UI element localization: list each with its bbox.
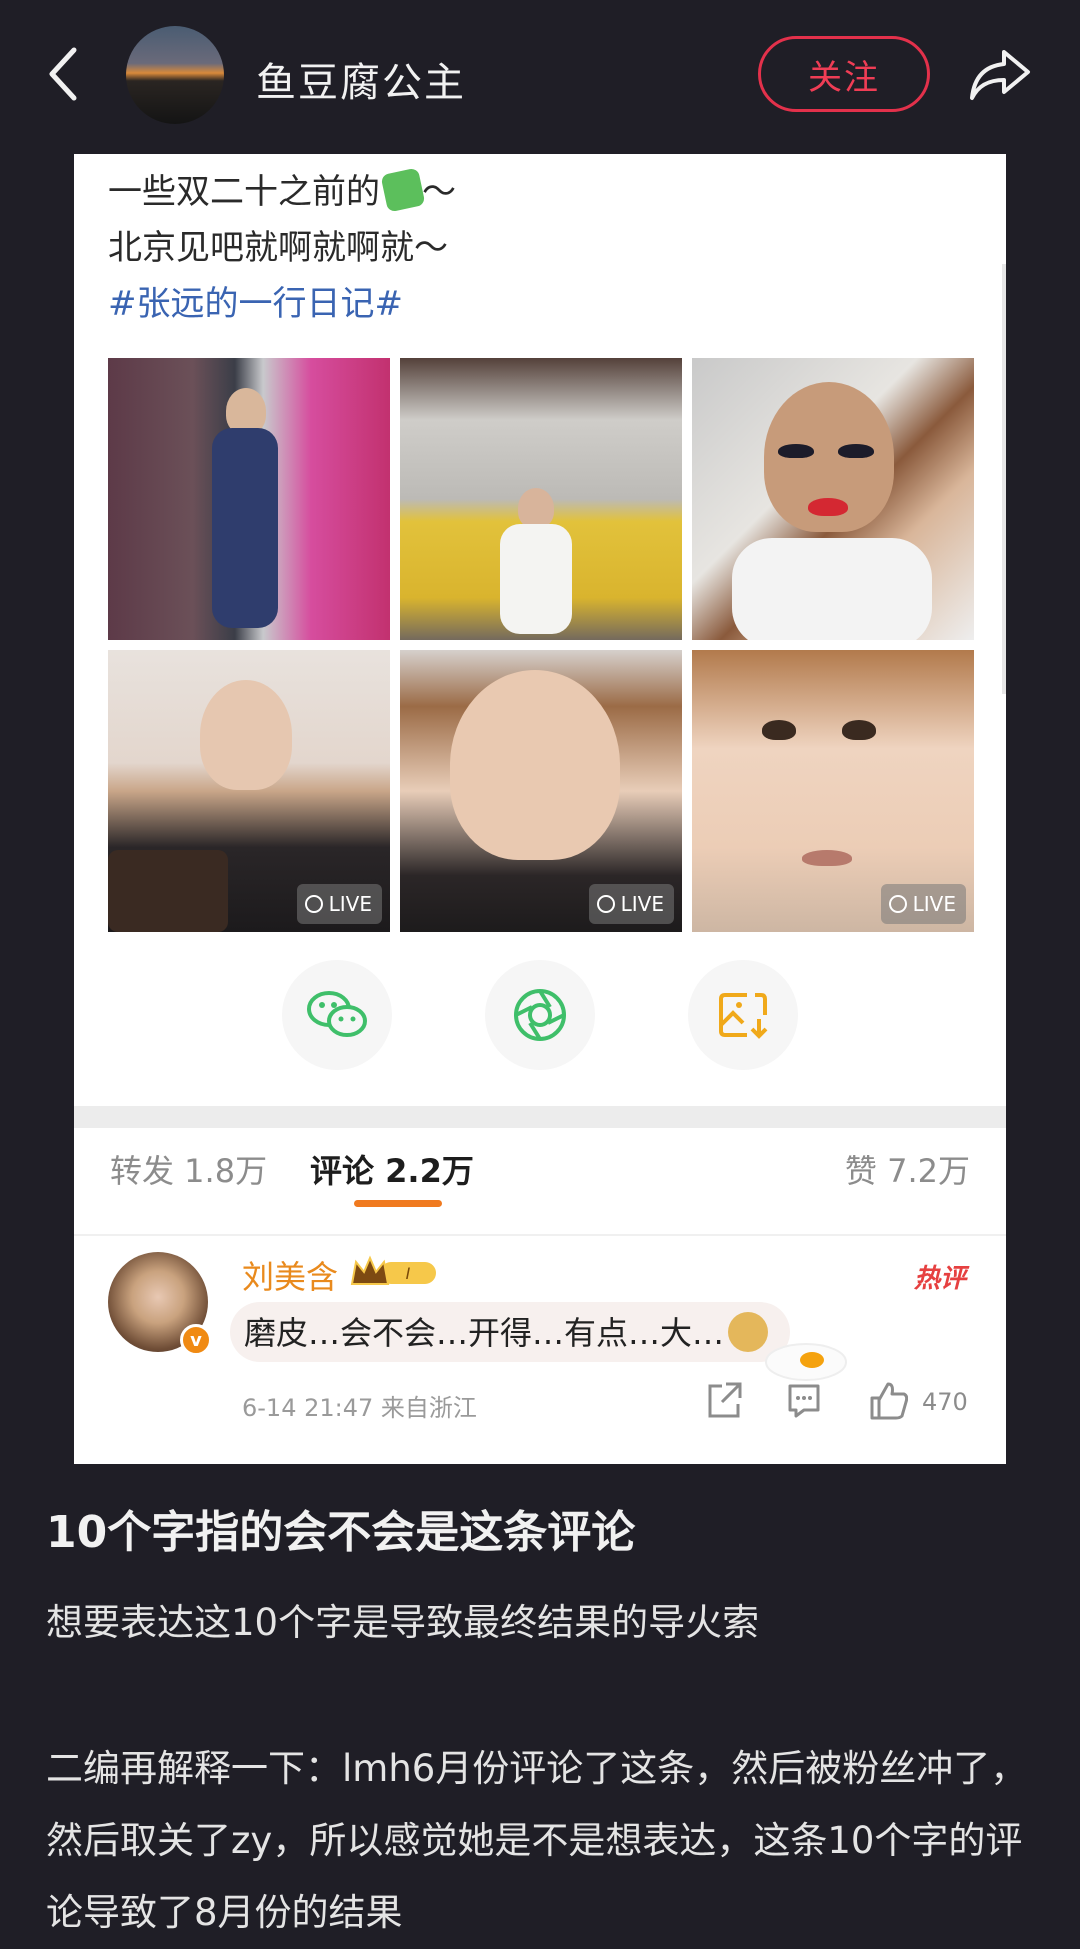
divider (74, 1234, 1006, 1236)
live-badge: LIVE (296, 884, 382, 924)
share-moments-button[interactable] (485, 960, 595, 1070)
user-avatar[interactable] (126, 26, 224, 124)
active-tab-indicator (354, 1200, 442, 1207)
share-icon[interactable] (706, 1380, 742, 1420)
share-button[interactable] (968, 46, 1032, 102)
follow-button[interactable]: 关注 (758, 36, 930, 112)
live-badge: LIVE (588, 884, 674, 924)
comment-meta: 6-14 21:47 来自浙江 (242, 1394, 477, 1422)
username[interactable]: 鱼豆腐公主 (256, 50, 466, 108)
photo-6[interactable]: LIVE (692, 650, 974, 932)
commenter-name[interactable]: 刘美含 (242, 1252, 338, 1298)
doge-emoji-icon (728, 1312, 769, 1352)
back-chevron-icon (49, 47, 77, 101)
top-bar: 鱼豆腐公主 关注 (0, 0, 1080, 150)
section-divider (74, 1106, 1006, 1128)
comment-icon[interactable] (786, 1380, 822, 1420)
crown-badge-icon: I (350, 1255, 436, 1285)
engagement-tabs: 转发 1.8万 评论 2.2万 赞 7.2万 (74, 1128, 1006, 1212)
svg-text:I: I (406, 1264, 411, 1283)
photo-4[interactable]: LIVE (108, 650, 390, 932)
post-line-1-suffix: ～ (422, 172, 456, 212)
photo-3[interactable] (692, 358, 974, 640)
share-options (74, 960, 1006, 1070)
share-wechat-button[interactable] (282, 960, 392, 1070)
article-title: 10个字指的会不会是这条评论 (46, 1507, 636, 1558)
post-body: 一些双二十之前的 ～ 北京见吧就啊就啊就～ #张远的一行日记# (108, 164, 456, 332)
comment-like-count: 470 (922, 1388, 968, 1416)
article-paragraph-1: 想要表达这10个字是导致最终结果的导火索 (46, 1601, 760, 1644)
save-image-button[interactable] (688, 960, 798, 1070)
comment-text: 磨皮…会不会…开得…有点…大… (244, 1308, 769, 1354)
wechat-icon (307, 991, 367, 1037)
tab-likes[interactable]: 赞 7.2万 (845, 1146, 970, 1192)
photo-2[interactable] (400, 358, 682, 640)
article-paragraph-2: 二编再解释一下：lmh6月份评论了这条，然后被粉丝冲了，然后取关了zy，所以感觉… (46, 1747, 1028, 1934)
photo-grid: LIVE LIVE LIVE (108, 358, 974, 932)
embedded-post-screenshot: 一些双二十之前的 ～ 北京见吧就啊就啊就～ #张远的一行日记# LIVE LIVE… (74, 154, 1006, 1464)
hot-comment-tag: 热评 (913, 1264, 966, 1294)
tab-comments[interactable]: 评论 2.2万 (310, 1146, 474, 1192)
back-button[interactable] (44, 44, 84, 104)
verified-badge-icon: v (180, 1324, 212, 1356)
thumbs-up-icon[interactable] (868, 1380, 908, 1420)
scrollbar (1002, 264, 1006, 694)
puzzle-emoji-icon (380, 167, 426, 213)
tab-reposts[interactable]: 转发 1.8万 (110, 1146, 267, 1192)
post-line-1: 一些双二十之前的 (108, 172, 380, 212)
live-badge: LIVE (880, 884, 966, 924)
post-line-2: 北京见吧就啊就啊就～ (108, 228, 448, 268)
share-arrow-icon (970, 50, 1030, 100)
save-image-icon (719, 993, 768, 1039)
comment-text-content: 磨皮…会不会…开得…有点…大… (244, 1314, 725, 1352)
moments-icon (514, 989, 566, 1041)
photo-1[interactable] (108, 358, 390, 640)
post-hashtag[interactable]: #张远的一行日记# (108, 276, 456, 332)
hot-comment: v 刘美含 I 热评 磨皮…会不会…开得…有点…大… 6-14 21:47 来自… (74, 1240, 1006, 1464)
photo-5[interactable]: LIVE (400, 650, 682, 932)
fried-egg-sticker (765, 1343, 847, 1381)
